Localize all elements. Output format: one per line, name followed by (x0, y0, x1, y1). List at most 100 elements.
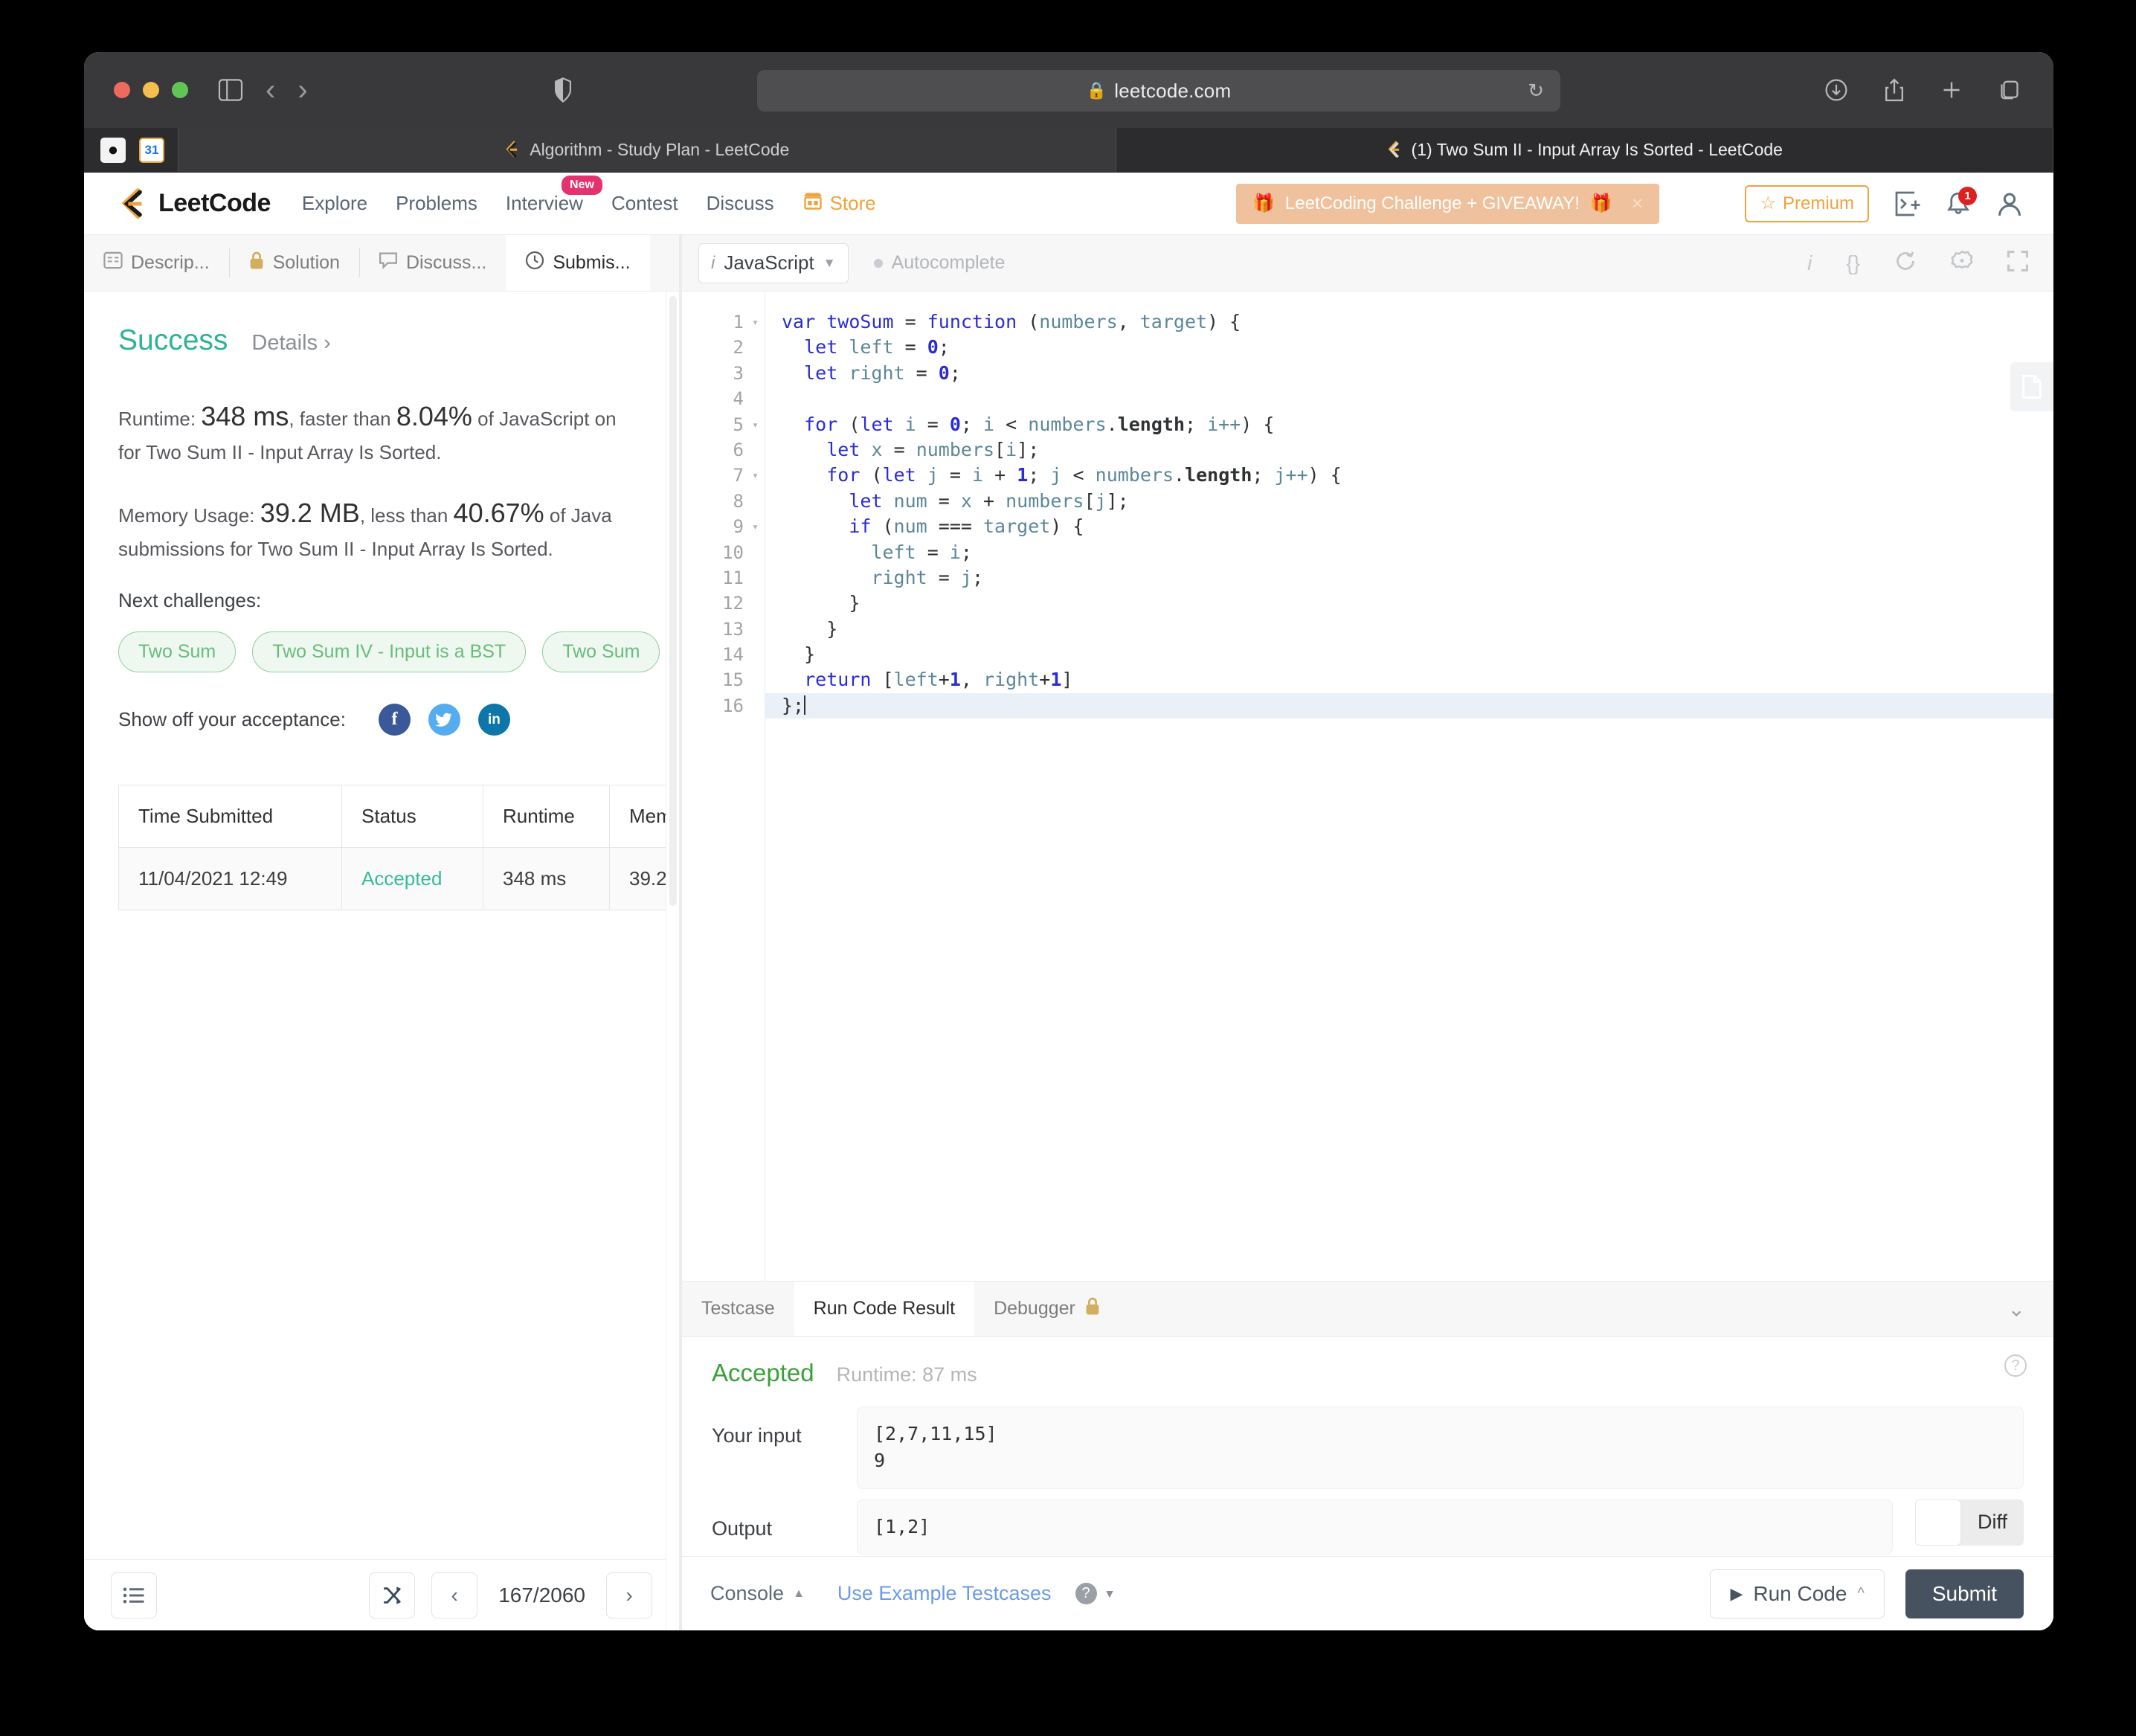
user-avatar-icon[interactable] (1995, 190, 2024, 218)
code-line[interactable] (782, 386, 2053, 411)
code-line[interactable]: for (let j = i + 1; j < numbers.length; … (782, 463, 2053, 488)
fold-arrow-icon[interactable]: ▾ (752, 309, 759, 335)
downloads-icon[interactable] (1824, 78, 1848, 102)
tab-solution[interactable]: Solution (228, 235, 359, 291)
autocomplete-toggle[interactable]: Autocomplete (873, 252, 1005, 274)
back-icon[interactable]: ‹ (266, 75, 275, 105)
github-favicon[interactable]: ● (100, 137, 126, 163)
nav-item-interview[interactable]: Interview New (506, 176, 602, 215)
reset-icon[interactable] (1894, 251, 1917, 275)
challenge-chip[interactable]: Two Sum IV - Input is a BST (252, 631, 527, 673)
address-bar[interactable]: 🔒 leetcode.com ↻ (757, 70, 1560, 112)
code-line[interactable]: } (782, 617, 2053, 642)
code-line[interactable]: } (782, 591, 2053, 616)
code-line[interactable]: } (782, 642, 2053, 667)
code-editor[interactable]: 1 ▾ 2 3 4 5 ▾ 6 7 ▾ 8 9 ▾ 10 11 12 13 14 15 16 var twoSum =… (682, 292, 2053, 1281)
tab-debugger[interactable]: Debugger (974, 1282, 1120, 1336)
challenge-chip[interactable]: Two Sum (118, 631, 237, 673)
settings-icon[interactable] (1951, 250, 1973, 276)
tab-run-code-result[interactable]: Run Code Result (794, 1282, 975, 1336)
collapse-console-icon[interactable]: ⌄ (2008, 1296, 2025, 1321)
promo-banner[interactable]: 🎁 LeetCoding Challenge + GIVEAWAY! 🎁 × (1236, 183, 1659, 224)
line-number: 3 (733, 362, 744, 384)
code-line[interactable]: left = i; (782, 540, 2053, 565)
shuffle-button[interactable] (369, 1572, 416, 1618)
diff-toggle[interactable]: Diff (1914, 1499, 2024, 1546)
premium-button[interactable]: ☆ Premium (1745, 184, 1869, 222)
console-toggle[interactable]: Console ▲ (710, 1582, 805, 1605)
window-controls[interactable] (114, 82, 188, 98)
scrollbar-thumb[interactable] (669, 296, 677, 906)
cell-time-submitted[interactable]: 11/04/2021 12:49 (118, 847, 342, 911)
facebook-share-icon[interactable]: f (378, 704, 411, 736)
submit-button[interactable]: Submit (1905, 1569, 2024, 1618)
reload-icon[interactable]: ↻ (1528, 80, 1544, 103)
nav-item-contest[interactable]: Contest (611, 192, 678, 215)
code-line[interactable]: if (num === target) { (782, 514, 2053, 539)
details-link[interactable]: Details › (251, 331, 330, 356)
notifications-bell-icon[interactable]: 1 (1946, 186, 1977, 216)
forward-icon[interactable]: › (297, 75, 307, 105)
share-icon[interactable] (1884, 77, 1905, 103)
code-line[interactable]: for (let i = 0; i < numbers.length; i++)… (782, 412, 2053, 437)
code-line[interactable]: let left = 0; (782, 335, 2053, 360)
notes-icon[interactable] (2010, 362, 2053, 411)
cell-status[interactable]: Accepted (341, 847, 483, 911)
tab-submissions[interactable]: Submis... (506, 235, 650, 291)
code-line[interactable]: }; (765, 692, 2053, 719)
problem-list-button[interactable] (111, 1572, 157, 1618)
promo-close-icon[interactable]: × (1632, 192, 1643, 215)
twitter-share-icon[interactable] (428, 704, 460, 736)
tab-discuss[interactable]: Discuss... (358, 235, 506, 291)
leetcode-logo[interactable]: LeetCode (117, 187, 271, 221)
tab-testcase[interactable]: Testcase (682, 1282, 794, 1336)
input-label: Your input (712, 1424, 802, 1447)
nav-item-store[interactable]: Store (802, 192, 876, 215)
browser-tab-study-plan[interactable]: Algorithm - Study Plan - LeetCode (178, 128, 1116, 172)
table-row[interactable]: 11/04/2021 12:49 Accepted 348 ms 39.2 (118, 847, 679, 911)
code-line[interactable]: let num = x + numbers[j]; (782, 489, 2053, 514)
code-line[interactable]: var twoSum = function (numbers, target) … (782, 309, 2053, 335)
help-dropdown[interactable]: ? ▲ (1075, 1583, 1115, 1604)
line-number: 10 (722, 541, 744, 563)
linkedin-share-icon[interactable]: in (477, 704, 510, 736)
code-line[interactable]: return [left+1, right+1] (782, 667, 2053, 692)
language-selector[interactable]: i JavaScript ▼ (698, 242, 849, 283)
new-tab-icon[interactable] (1940, 79, 1963, 101)
gift-icon: 🎁 (1252, 193, 1275, 213)
fullscreen-icon[interactable] (2007, 251, 2028, 275)
fold-arrow-icon[interactable]: ▾ (752, 514, 759, 539)
format-braces-icon[interactable]: {} (1846, 251, 1860, 275)
nav-item-explore[interactable]: Explore (302, 192, 367, 215)
prev-problem-button[interactable]: ‹ (431, 1572, 478, 1618)
tab-overview-icon[interactable] (1998, 79, 2021, 101)
close-window-button[interactable] (114, 82, 130, 98)
browser-nav-arrows[interactable]: ‹ › (266, 75, 308, 105)
minimize-window-button[interactable] (143, 82, 159, 98)
input-value[interactable]: [2,7,11,15] 9 (857, 1407, 2024, 1489)
tab-description[interactable]: Descrip... (84, 235, 229, 291)
help-icon[interactable]: ? (2004, 1354, 2027, 1377)
info-icon[interactable]: i (1807, 251, 1812, 275)
code-line[interactable]: let right = 0; (782, 361, 2053, 386)
run-code-button[interactable]: ▶ Run Code ^ (1710, 1569, 1885, 1618)
next-problem-button[interactable]: › (606, 1572, 652, 1618)
fold-arrow-icon[interactable]: ▾ (752, 412, 759, 437)
nav-item-problems[interactable]: Problems (396, 192, 477, 215)
diff-checkbox[interactable] (1914, 1499, 1961, 1546)
maximize-window-button[interactable] (172, 82, 188, 98)
fold-arrow-icon[interactable]: ▾ (752, 463, 759, 488)
nav-item-discuss[interactable]: Discuss (707, 192, 774, 215)
google-calendar-favicon[interactable]: 31 (139, 137, 164, 163)
new-playground-icon[interactable] (1894, 191, 1921, 216)
challenge-chip[interactable]: Two Sum (542, 631, 660, 673)
privacy-shield-icon[interactable] (553, 77, 573, 103)
code-text[interactable]: var twoSum = function (numbers, target) … (765, 292, 2053, 1281)
code-line[interactable]: right = j; (782, 565, 2053, 591)
use-example-testcases-link[interactable]: Use Example Testcases (837, 1582, 1052, 1605)
sidebar-toggle-icon[interactable] (218, 79, 243, 101)
browser-tab-two-sum[interactable]: (1) Two Sum II - Input Array Is Sorted -… (1116, 128, 2053, 172)
code-line[interactable]: let x = numbers[i]; (782, 437, 2053, 463)
language-label: JavaScript (724, 251, 814, 274)
left-panel-scrollbar[interactable] (666, 292, 679, 1630)
